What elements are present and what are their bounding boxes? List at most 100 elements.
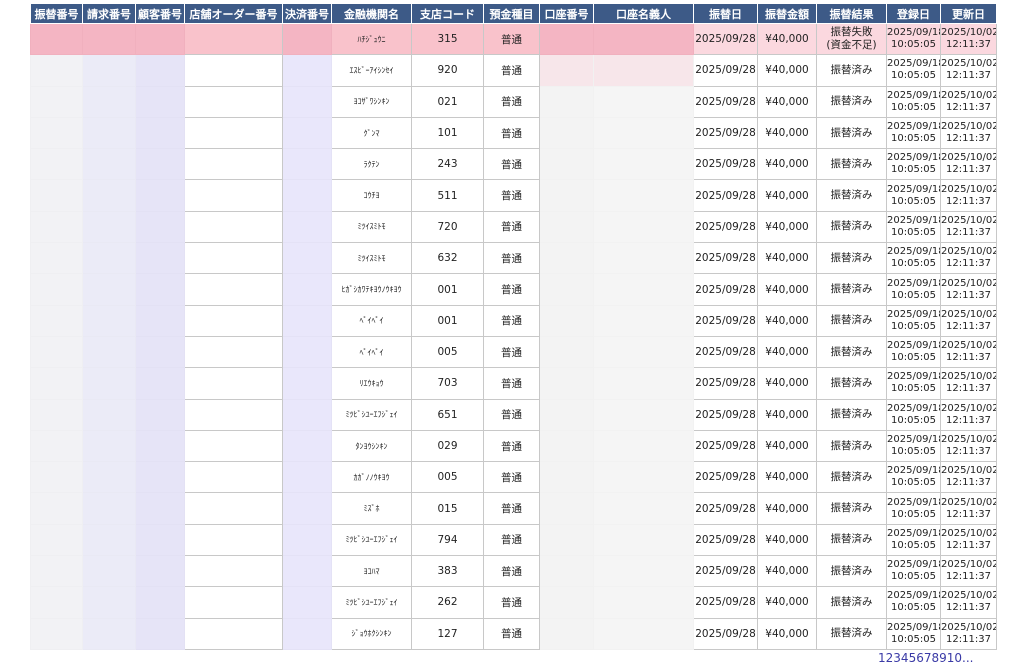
transfer-amount-cell: ¥40,000 [757, 85, 817, 118]
table-row[interactable]: ﾐﾂﾋﾞｼﾕｰｴﾌｼﾞｪｲ 794 普通 2025/09/28 ¥40,000 振替済み 2… [30, 523, 997, 557]
page-link-9[interactable]: 9 [939, 651, 947, 665]
header-transfer-date[interactable]: 振替日 [693, 3, 758, 24]
time-part: 12:11:37 [946, 133, 991, 145]
header-transfer-number[interactable]: 振替番号 [30, 3, 83, 24]
transfer-result-cell: 振替済み [816, 617, 887, 650]
invoice-number-cell [82, 273, 136, 306]
transfer-amount-cell: ¥40,000 [757, 367, 817, 400]
date-part: 2025/09/18 [887, 559, 941, 571]
store-order-number-cell [184, 304, 283, 337]
table-row[interactable]: ﾐﾂﾋﾞｼﾕｰｴﾌｼﾞｪｲ 651 普通 2025/09/28 ¥40,000 振替済み 2… [30, 398, 997, 431]
branch-code-cell: 015 [411, 492, 484, 525]
table-row[interactable]: ｺｳﾁﾖ 511 普通 2025/09/28 ¥40,000 振替済み 2025/09/18… [30, 179, 997, 212]
header-account-number[interactable]: 口座番号 [539, 3, 594, 24]
header-bank-name[interactable]: 金融機関名 [331, 3, 412, 24]
header-branch-code[interactable]: 支店コード [411, 3, 484, 24]
bank-name-cell: ﾗｸﾃﾝ [331, 148, 412, 181]
page-link-more[interactable]: ... [962, 651, 973, 665]
bank-name-cell: ﾐﾂｲｽﾐﾄﾓ [331, 210, 412, 244]
time-part: 10:05:05 [891, 258, 936, 270]
store-order-number-cell [184, 429, 283, 463]
transfer-result-cell: 振替済み [816, 429, 887, 463]
table-row[interactable]: ﾖｺﾊﾏ 383 普通 2025/09/28 ¥40,000 振替済み 2025/09/18… [30, 555, 997, 588]
time-part: 10:05:05 [891, 633, 936, 645]
table-row[interactable]: ﾐﾂｲｽﾐﾄﾓ 632 普通 2025/09/28 ¥40,000 振替済み 2025/09… [30, 242, 997, 275]
header-payment-number[interactable]: 決済番号 [282, 3, 332, 24]
payment-number-cell [282, 242, 332, 275]
customer-number-cell [135, 429, 185, 463]
header-invoice-number[interactable]: 請求番号 [82, 3, 136, 24]
registered-date-cell: 2025/09/18 10:05:05 [886, 586, 941, 619]
payment-number-cell [282, 398, 332, 431]
transfer-result-cell: 振替済み [816, 210, 887, 244]
table-row[interactable]: ﾊﾁｼﾞｭｳﾆ 315 普通 2025/09/28 ¥40,000 振替失敗 (資金不足) 2… [30, 22, 997, 56]
invoice-number-cell [82, 54, 136, 87]
header-transfer-amount[interactable]: 振替金額 [757, 3, 817, 24]
pagination: 12345678910... [878, 651, 974, 665]
date-part: 2025/09/18 [887, 89, 941, 101]
transfer-result-line: 振替済み [830, 345, 873, 358]
header-updated-date[interactable]: 更新日 [940, 3, 997, 24]
invoice-number-cell [82, 148, 136, 181]
table-row[interactable]: ｶｶﾞﾉﾉｳｷﾖｳ 005 普通 2025/09/28 ¥40,000 振替済み 2025/… [30, 461, 997, 494]
payment-number-cell [282, 429, 332, 463]
page-link-8[interactable]: 8 [931, 651, 939, 665]
table-row[interactable]: ﾋｶﾞｼｶﾜﾃｷﾖｳﾉｳｷﾖｳ 001 普通 2025/09/28 ¥40,000 振替済… [30, 273, 997, 306]
table-row[interactable]: ﾍﾟｲﾍﾟｲ 001 普通 2025/09/28 ¥40,000 振替済み 2025/09/… [30, 304, 997, 337]
transfer-result-line: 振替済み [830, 564, 873, 577]
table-row[interactable]: ﾖｺｻﾞﾜｼﾝｷﾝ 021 普通 2025/09/28 ¥40,000 振替済み 2025/… [30, 85, 997, 118]
transfer-number-cell [30, 22, 83, 56]
account-holder-cell [593, 242, 694, 275]
table-row[interactable]: ﾘｴｳｷｮｳ 703 普通 2025/09/28 ¥40,000 振替済み 2025/09/… [30, 367, 997, 400]
page-link-1[interactable]: 1 [878, 651, 886, 665]
transfer-number-cell [30, 148, 83, 181]
date-part: 2025/09/18 [887, 402, 941, 414]
page-link-4[interactable]: 4 [901, 651, 909, 665]
invoice-number-cell [82, 367, 136, 400]
header-registered-date[interactable]: 登録日 [886, 3, 941, 24]
table-row[interactable]: ｼﾞｮｳﾎｸｼﾝｷﾝ 127 普通 2025/09/28 ¥40,000 振替済み 2025… [30, 617, 997, 650]
updated-date-cell: 2025/10/02 12:11:37 [940, 398, 997, 431]
table-row[interactable]: ﾐﾂｲｽﾐﾄﾓ 720 普通 2025/09/28 ¥40,000 振替済み 2025/09… [30, 210, 997, 244]
transfer-result-line: 振替済み [830, 157, 873, 170]
payment-number-cell [282, 555, 332, 588]
branch-code-cell: 021 [411, 85, 484, 118]
payment-number-cell [282, 304, 332, 337]
store-order-number-cell [184, 398, 283, 431]
invoice-number-cell [82, 523, 136, 557]
table-row[interactable]: ﾗｸﾃﾝ 243 普通 2025/09/28 ¥40,000 振替済み 2025/09/18… [30, 148, 997, 181]
table-row[interactable]: ﾀﾝﾖｳｼﾝｷﾝ 029 普通 2025/09/28 ¥40,000 振替済み 2025/0… [30, 429, 997, 463]
table-row[interactable]: ｸﾞﾝﾏ 101 普通 2025/09/28 ¥40,000 振替済み 2025/09/18… [30, 116, 997, 150]
store-order-number-cell [184, 210, 283, 244]
transfer-date-cell: 2025/09/28 [693, 179, 758, 212]
header-store-order-number[interactable]: 店舗オーダー番号 [184, 3, 283, 24]
header-account-holder[interactable]: 口座名義人 [593, 3, 694, 24]
registered-date-cell: 2025/09/18 10:05:05 [886, 273, 941, 306]
date-part: 2025/10/02 [941, 465, 997, 477]
table-row[interactable]: ﾍﾟｲﾍﾟｲ 005 普通 2025/09/28 ¥40,000 振替済み 2025/09/… [30, 335, 997, 369]
header-deposit-type[interactable]: 預金種目 [483, 3, 540, 24]
account-holder-cell [593, 335, 694, 369]
date-part: 2025/09/18 [887, 496, 941, 508]
header-customer-number[interactable]: 顧客番号 [135, 3, 185, 24]
deposit-type-cell: 普通 [483, 335, 540, 369]
updated-date-cell: 2025/10/02 12:11:37 [940, 273, 997, 306]
table-row[interactable]: ﾐｽﾞﾎ 015 普通 2025/09/28 ¥40,000 振替済み 2025/09/18… [30, 492, 997, 525]
account-number-cell [539, 617, 594, 650]
transfer-result-cell: 振替済み [816, 179, 887, 212]
branch-code-cell: 651 [411, 398, 484, 431]
header-transfer-result[interactable]: 振替結果 [816, 3, 887, 24]
date-part: 2025/10/02 [941, 121, 997, 133]
page-link-10[interactable]: 10 [947, 651, 962, 665]
store-order-number-cell [184, 492, 283, 525]
page-link-3[interactable]: 3 [893, 651, 901, 665]
page-link-6[interactable]: 6 [916, 651, 924, 665]
time-part: 12:11:37 [946, 633, 991, 645]
transfer-number-cell [30, 586, 83, 619]
table-row[interactable]: ｴｽﾋﾞｰｱｲｼﾝｾｲ 920 普通 2025/09/28 ¥40,000 振替済み 202… [30, 54, 997, 87]
date-part: 2025/09/18 [887, 246, 941, 258]
table-row[interactable]: ﾐﾂﾋﾞｼﾕｰｴﾌｼﾞｪｲ 262 普通 2025/09/28 ¥40,000 振替済み 2… [30, 586, 997, 619]
date-part: 2025/10/02 [941, 402, 997, 414]
customer-number-cell [135, 367, 185, 400]
branch-code-cell: 720 [411, 210, 484, 244]
